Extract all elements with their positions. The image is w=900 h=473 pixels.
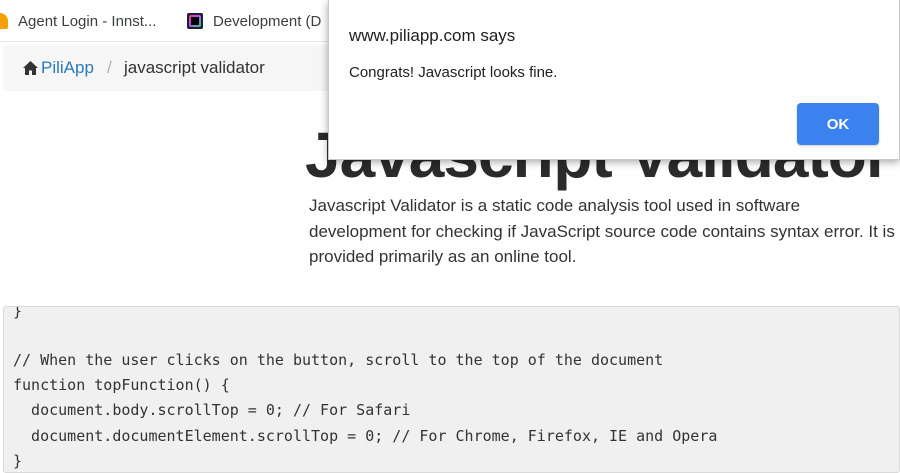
page-description: Javascript Validator is a static code an…	[309, 196, 895, 266]
code-line: document.body.scrollTop = 0; // For Safa…	[13, 401, 411, 419]
home-icon	[23, 61, 38, 75]
breadcrumb-separator: /	[107, 58, 112, 77]
bookmark-label: Development (D	[213, 12, 322, 30]
agent-bookmark-icon	[0, 13, 8, 29]
breadcrumb-current: javascript validator	[124, 58, 265, 77]
code-line: function topFunction() {	[13, 376, 230, 394]
bookmark-agent-login[interactable]: Agent Login - Innst...	[0, 11, 156, 31]
ok-button[interactable]: OK	[797, 103, 879, 145]
code-line: // When the user clicks on the button, s…	[13, 351, 664, 369]
code-line: }	[13, 452, 23, 470]
breadcrumb-home-label: PiliApp	[41, 58, 94, 77]
code-line: }	[13, 306, 23, 320]
bookmark-development[interactable]: Development (D	[187, 11, 321, 31]
dialog-message: Congrats! Javascript looks fine.	[349, 64, 558, 81]
code-editor[interactable]: } // When the user clicks on the button,…	[3, 306, 900, 473]
jetbrains-bookmark-icon	[187, 13, 203, 29]
alert-dialog: www.piliapp.com says Congrats! Javascrip…	[328, 0, 900, 160]
bookmark-label: Agent Login - Innst...	[18, 12, 157, 30]
breadcrumb-home-link[interactable]: PiliApp	[22, 58, 94, 78]
dialog-title: www.piliapp.com says	[349, 26, 516, 45]
code-line: document.documentElement.scrollTop = 0; …	[13, 427, 718, 445]
